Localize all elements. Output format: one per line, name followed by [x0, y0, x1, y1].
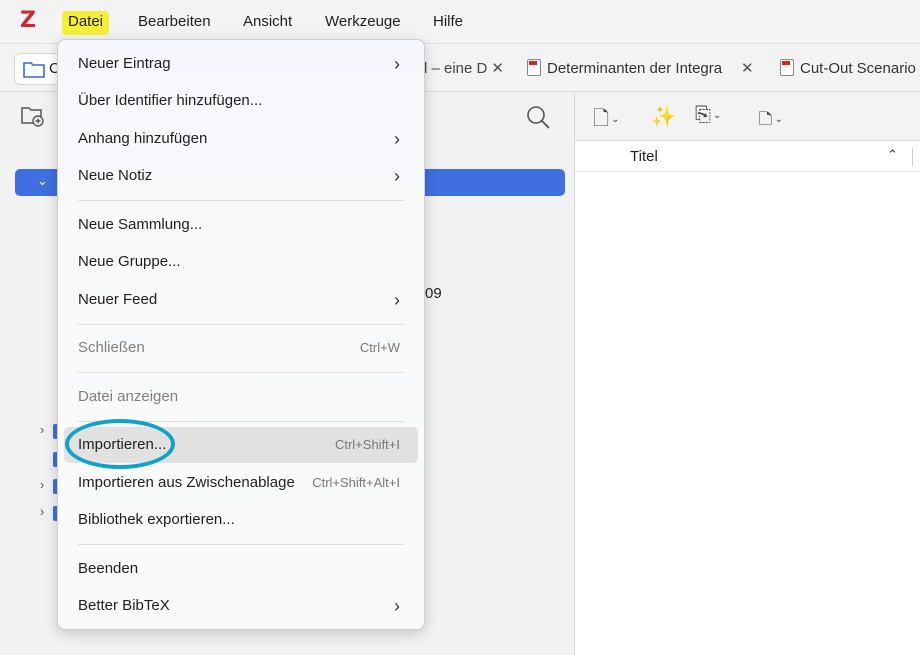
menu-item-label: Schließen — [78, 339, 145, 356]
items-toolbar: 🗋 ⌄ ✨ ⎘ ⌄ 🗅 ⌄ — [575, 92, 920, 141]
menu-shortcut: Ctrl+Shift+Alt+I — [312, 475, 400, 490]
tab-document-3[interactable]: Cut-Out Scenario — [780, 54, 920, 84]
chevron-right-icon: › — [394, 54, 400, 74]
menu-separator — [78, 372, 404, 373]
chevron-right-icon: › — [394, 290, 400, 310]
menu-item-label: Bibliothek exportieren... — [78, 511, 235, 528]
menu-item-neue-sammlung[interactable]: Neue Sammlung... — [64, 207, 418, 243]
magic-wand-icon[interactable]: ✨ — [651, 104, 676, 129]
menu-item-label: Neuer Feed — [78, 291, 158, 308]
chevron-right-icon[interactable]: › — [40, 422, 44, 437]
sort-ascending-icon[interactable]: ⌃ — [887, 147, 898, 163]
menu-separator — [78, 544, 404, 545]
chevron-right-icon: › — [394, 166, 400, 186]
chevron-right-icon[interactable]: › — [40, 477, 44, 492]
menu-item-label: Datei anzeigen — [78, 388, 179, 405]
menu-hilfe[interactable]: Hilfe — [427, 11, 469, 35]
menu-item-label: Über Identifier hinzufügen... — [78, 92, 263, 109]
search-icon[interactable] — [525, 104, 551, 130]
menu-item-better-bibtex[interactable]: Better BibTeX › — [64, 588, 418, 624]
menu-item-label: Neuer Eintrag — [78, 55, 171, 72]
menu-item-schliessen: Schließen Ctrl+W — [64, 330, 418, 366]
file-menu-dropdown: Neuer Eintrag › Über Identifier hinzufüg… — [57, 39, 425, 630]
items-pane: 🗋 ⌄ ✨ ⎘ ⌄ 🗅 ⌄ Titel ⌃ — [575, 92, 920, 655]
chevron-right-icon[interactable]: › — [40, 504, 44, 519]
pdf-icon — [780, 59, 794, 76]
tab-label: Cut-Out Scenario — [800, 60, 916, 77]
close-icon[interactable]: ✕ — [491, 60, 504, 77]
chevron-right-icon: › — [394, 129, 400, 149]
tab-label: Determinanten der Integra — [547, 60, 723, 77]
new-note-icon[interactable]: 🗅 ⌄ — [758, 104, 783, 138]
pdf-icon — [527, 59, 541, 76]
tab-document-2[interactable]: Determinanten der Integra ✕ — [527, 54, 772, 84]
menu-bearbeiten[interactable]: Bearbeiten — [132, 11, 217, 35]
zotero-logo: Z — [20, 8, 36, 33]
collection-fragment: 09 — [425, 285, 442, 302]
menu-item-importieren-zwischenablage[interactable]: Importieren aus Zwischenablage Ctrl+Shif… — [64, 465, 418, 501]
menu-item-identifier[interactable]: Über Identifier hinzufügen... — [64, 83, 418, 119]
tab-label: l – eine D — [424, 60, 488, 77]
close-icon[interactable]: ✕ — [741, 60, 754, 77]
tab-document-1[interactable]: l – eine D ✕ — [424, 54, 504, 84]
menu-item-label: Neue Notiz — [78, 167, 153, 184]
menu-ansicht[interactable]: Ansicht — [237, 11, 298, 35]
folder-icon — [23, 62, 45, 78]
menu-shortcut: Ctrl+Shift+I — [334, 437, 400, 452]
menu-item-bibliothek-exportieren[interactable]: Bibliothek exportieren... — [64, 502, 418, 538]
menu-datei[interactable]: Datei — [62, 11, 110, 35]
menu-bar: Z Datei Bearbeiten Ansicht Werkzeuge Hil… — [0, 0, 920, 44]
menu-item-anhang[interactable]: Anhang hinzufügen › — [64, 121, 418, 157]
chevron-right-icon: › — [394, 596, 400, 616]
menu-shortcut: Ctrl+W — [359, 340, 400, 355]
column-title[interactable]: Titel — [630, 148, 658, 165]
items-column-header[interactable]: Titel ⌃ — [575, 142, 920, 172]
column-divider[interactable] — [912, 148, 913, 166]
menu-item-neue-gruppe[interactable]: Neue Gruppe... — [64, 244, 418, 280]
menu-item-label: Better BibTeX — [78, 597, 170, 614]
menu-separator — [78, 324, 404, 325]
menu-item-neue-notiz[interactable]: Neue Notiz › — [64, 158, 418, 194]
new-item-icon[interactable]: 🗋 ⌄ — [593, 104, 619, 138]
menu-item-label: Beenden — [78, 560, 139, 577]
menu-item-label: Neue Gruppe... — [78, 253, 181, 270]
menu-item-neuer-feed[interactable]: Neuer Feed › — [64, 282, 418, 318]
menu-item-beenden[interactable]: Beenden — [64, 551, 418, 587]
menu-item-label: Neue Sammlung... — [78, 216, 203, 233]
menu-item-neuer-eintrag[interactable]: Neuer Eintrag › — [64, 46, 418, 82]
menu-separator — [78, 200, 404, 201]
highlight-annotation-circle — [65, 419, 175, 469]
chevron-down-icon[interactable]: ⌄ — [37, 173, 48, 189]
menu-werkzeuge[interactable]: Werkzeuge — [319, 11, 407, 35]
menu-item-label: Importieren aus Zwischenablage — [78, 474, 295, 491]
menu-item-label: Anhang hinzufügen — [78, 130, 208, 147]
menu-item-datei-anzeigen: Datei anzeigen — [64, 379, 418, 415]
new-collection-icon[interactable] — [20, 104, 46, 128]
add-attachment-icon[interactable]: ⎘ ⌄ — [695, 104, 721, 127]
